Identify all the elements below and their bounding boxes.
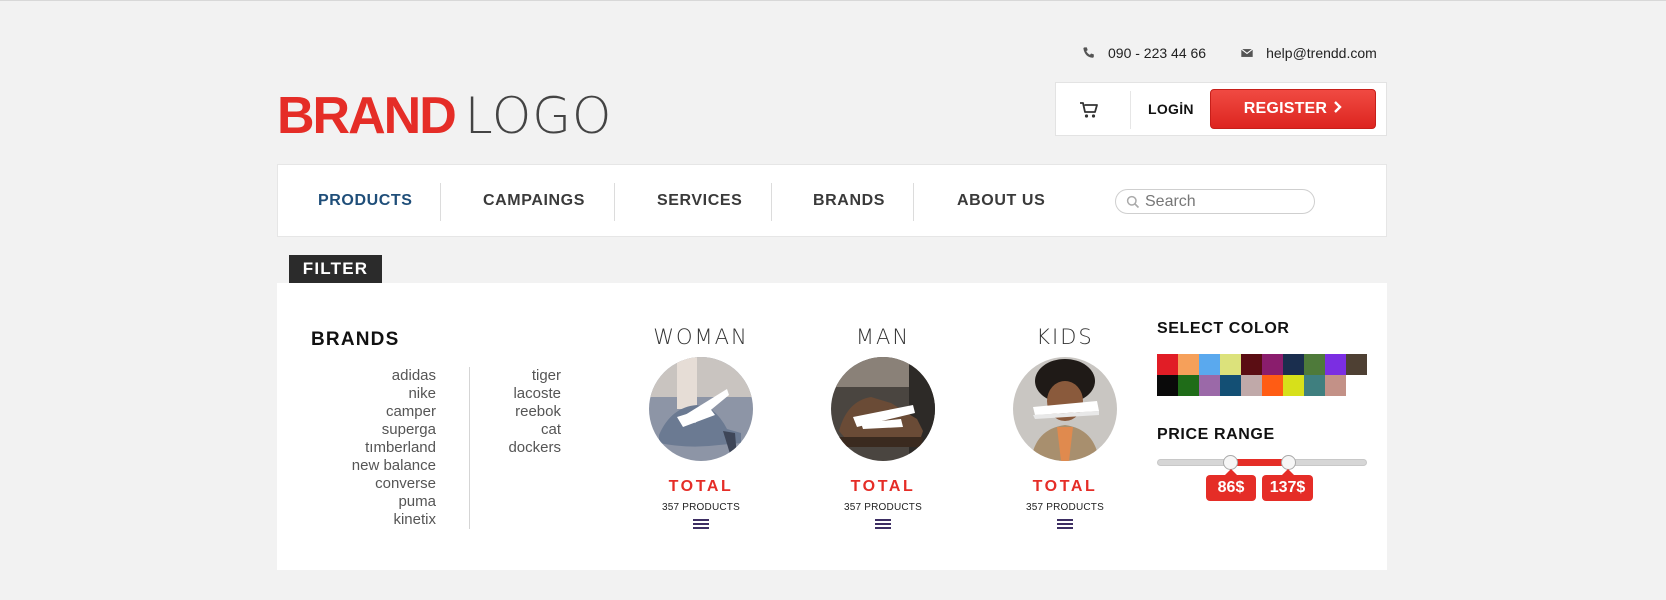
price-min-badge: 86$ [1206,469,1256,501]
price-max-badge: 137$ [1262,469,1313,501]
color-swatch[interactable] [1220,375,1241,396]
top-border [0,0,1666,1]
category-kids[interactable]: KIDS TOTAL 357 PRODUCTS [1005,325,1125,531]
nav-separator [771,183,772,221]
brand-link[interactable]: adidas [277,367,436,385]
brand-link[interactable]: reebok [477,403,561,421]
color-swatch[interactable] [1304,354,1325,375]
filter-tab[interactable]: FILTER [289,255,382,283]
nav-item-products[interactable]: PRODUCTS [318,165,413,236]
color-swatch-grid [1157,354,1367,396]
brand-link[interactable]: converse [277,475,436,493]
brand-link[interactable]: lacoste [477,385,561,403]
nav-item-brands[interactable]: BRANDS [813,165,885,236]
envelope-icon [1241,48,1254,57]
search-box[interactable] [1115,189,1315,214]
menu-icon[interactable] [1057,519,1073,531]
phone-icon [1083,47,1094,58]
brand-link[interactable]: camper [277,403,436,421]
color-swatch[interactable] [1220,354,1241,375]
color-swatch[interactable] [1178,375,1199,396]
search-icon [1126,195,1140,208]
logo-light-text: LOGO [464,87,613,145]
color-swatch[interactable] [1157,354,1178,375]
brand-link[interactable]: kinetix [277,511,436,529]
brand-link[interactable]: superga [277,421,436,439]
phone-contact: 090 - 223 44 66 [1082,45,1206,61]
color-swatch[interactable] [1199,375,1220,396]
chevron-right-icon [1333,100,1342,118]
search-input[interactable] [1145,192,1305,211]
nav-separator [440,183,441,221]
logo-bold-text: BRAND [277,87,457,145]
brand-link[interactable]: tiger [477,367,561,385]
color-swatch[interactable] [1325,375,1346,396]
phone-number[interactable]: 090 - 223 44 66 [1108,45,1206,61]
brand-link[interactable]: cat [477,421,561,439]
brands-divider [469,367,470,529]
category-image-man[interactable] [831,357,935,461]
category-woman[interactable]: WOMAN TOTAL 357 PRODUCTS [641,325,761,531]
filter-panel: BRANDS adidas nike camper superga tımber… [277,283,1387,570]
category-image-kids[interactable] [1013,357,1117,461]
register-label: REGISTER [1243,100,1328,117]
brand-link[interactable]: nike [277,385,436,403]
category-total-label: TOTAL [668,478,734,495]
color-swatch[interactable] [1304,375,1325,396]
nav-item-services[interactable]: SERVICES [657,165,742,236]
color-swatch[interactable] [1283,354,1304,375]
brands-title: BRANDS [311,329,400,350]
category-product-count: 357 PRODUCTS [1026,502,1104,513]
email-address[interactable]: help@trendd.com [1266,45,1377,61]
brand-link[interactable]: dockers [477,439,561,457]
color-swatch[interactable] [1262,375,1283,396]
color-swatch[interactable] [1157,375,1178,396]
select-color-title: SELECT COLOR [1157,320,1290,337]
color-swatch[interactable] [1199,354,1220,375]
category-title: KIDS [1036,325,1094,349]
menu-icon[interactable] [693,519,709,531]
color-swatch[interactable] [1262,354,1283,375]
nav-item-about-us[interactable]: ABOUT US [957,165,1045,236]
category-total-label: TOTAL [1032,478,1098,495]
color-swatch[interactable] [1283,375,1304,396]
contact-bar: 090 - 223 44 66 help@trendd.com [1082,45,1377,61]
category-title: WOMAN [653,325,749,349]
email-contact: help@trendd.com [1240,45,1377,61]
color-swatch[interactable] [1346,354,1367,375]
nav-item-campaigns[interactable]: CAMPAINGS [483,165,585,236]
account-divider [1130,91,1131,129]
price-min-handle[interactable] [1223,455,1238,470]
brand-logo[interactable]: BRAND LOGO [277,86,613,145]
color-swatch[interactable] [1325,354,1346,375]
category-man[interactable]: MAN TOTAL 357 PRODUCTS [823,325,943,531]
menu-icon[interactable] [875,519,891,531]
nav-separator [614,183,615,221]
price-max-handle[interactable] [1281,455,1296,470]
brands-column-2: tiger lacoste reebok cat dockers [477,367,561,457]
account-box: LOGİN REGISTER [1055,82,1387,136]
cart-icon[interactable] [1078,99,1100,121]
category-product-count: 357 PRODUCTS [662,502,740,513]
brand-link[interactable]: puma [277,493,436,511]
color-swatch[interactable] [1241,375,1262,396]
category-total-label: TOTAL [850,478,916,495]
price-range-title: PRICE RANGE [1157,426,1275,443]
brand-link[interactable]: tımberland [277,439,436,457]
brand-link[interactable]: new balance [277,457,436,475]
color-swatch[interactable] [1241,354,1262,375]
category-image-woman[interactable] [649,357,753,461]
login-link[interactable]: LOGİN [1148,101,1194,117]
color-swatch[interactable] [1178,354,1199,375]
main-nav: PRODUCTS CAMPAINGS SERVICES BRANDS ABOUT… [277,164,1387,237]
category-product-count: 357 PRODUCTS [844,502,922,513]
brands-column-1: adidas nike camper superga tımberland ne… [277,367,436,529]
nav-separator [913,183,914,221]
category-title: MAN [855,325,911,349]
register-button[interactable]: REGISTER [1210,89,1376,129]
